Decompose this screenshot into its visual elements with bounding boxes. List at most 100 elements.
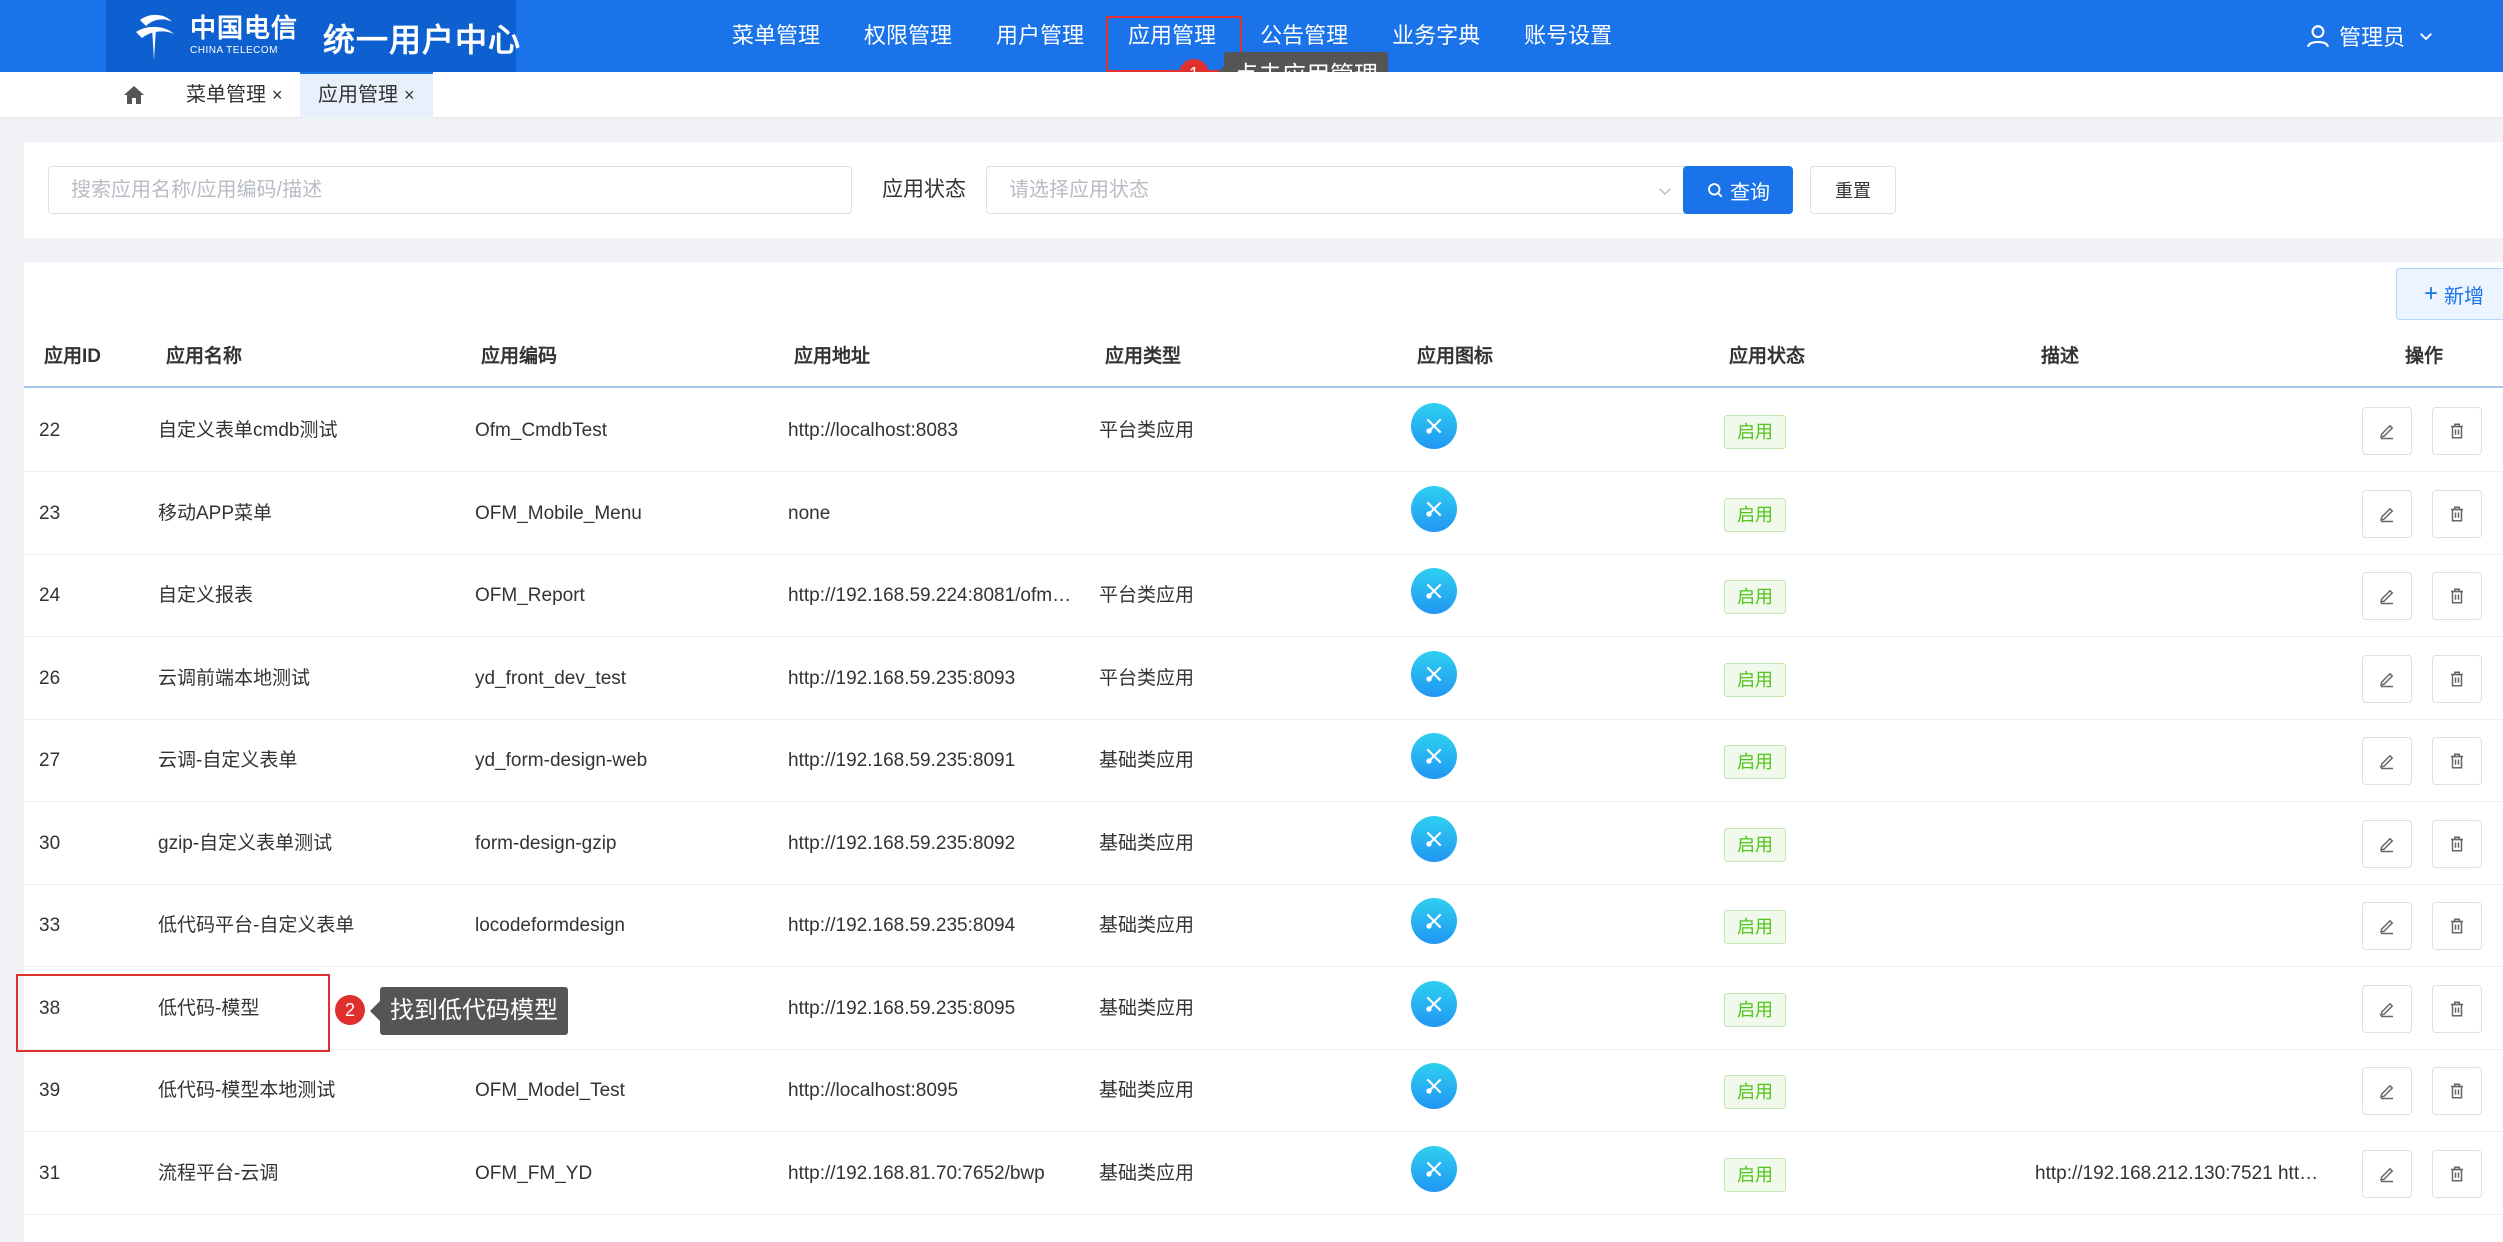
- app-tools-icon: [1411, 650, 1457, 697]
- cell-description: http://192.168.212.130:7521 http...: [2035, 1162, 2325, 1184]
- cell-app-url: http://192.168.59.235:8095: [788, 997, 1016, 1019]
- edit-icon: [2379, 672, 2394, 687]
- cell-app-id: 27: [39, 750, 61, 771]
- status-label: 应用状态: [882, 178, 966, 201]
- chevron-down-icon: [2420, 33, 2432, 41]
- column-header: 应用编码: [481, 346, 558, 367]
- cell-app-type: 基础类应用: [1099, 1080, 1195, 1101]
- edit-button[interactable]: [2362, 737, 2412, 785]
- cell-app-url: http://192.168.59.235:8093: [788, 667, 1016, 689]
- trash-icon: [2451, 836, 2463, 851]
- cell-app-id: 30: [39, 832, 61, 854]
- delete-button[interactable]: [2432, 654, 2482, 703]
- nav-permission-management[interactable]: 权限管理: [842, 0, 974, 72]
- edit-button[interactable]: [2362, 819, 2412, 868]
- tab-app-management[interactable]: 应用管理 ×: [300, 72, 433, 118]
- status-select[interactable]: 请选择应用状态: [986, 166, 1693, 214]
- nav-business-dictionary[interactable]: 业务字典: [1370, 0, 1502, 72]
- cell-description: [2035, 720, 2325, 802]
- cell-app-id: 24: [39, 585, 61, 606]
- table-row: 22 自定义表单cmdb测试 Ofm_CmdbTest http://localhos…: [24, 390, 2503, 472]
- edit-button[interactable]: [2362, 1067, 2412, 1115]
- cell-app-url: http://192.168.81.70:7652/bwp: [788, 1162, 1045, 1184]
- cell-app-type: 平台类应用: [1099, 667, 1195, 689]
- nav-menu-management[interactable]: 菜单管理: [710, 0, 842, 72]
- status-badge: 启用: [1724, 1075, 1786, 1109]
- status-badge: 启用: [1724, 1157, 1786, 1192]
- logo-cn-text: 中国电信: [190, 14, 299, 44]
- delete-button[interactable]: [2432, 1067, 2482, 1115]
- app-tools-icon: [1411, 815, 1457, 862]
- query-button[interactable]: 查询: [1683, 166, 1793, 214]
- search-panel: 应用状态 请选择应用状态 查询 重置: [24, 142, 2503, 238]
- cell-app-code: yd_front_dev_test: [475, 667, 627, 689]
- edit-icon: [2379, 754, 2394, 770]
- table-row: 30 gzip-自定义表单测试 form-design-gzip http://192…: [24, 803, 2503, 885]
- delete-button[interactable]: [2432, 1149, 2482, 1198]
- cell-app-code: OFM_Mobile_Menu: [475, 502, 642, 524]
- edit-icon: [2379, 1167, 2394, 1182]
- delete-button[interactable]: [2432, 737, 2482, 785]
- cell-app-name: 云调-自定义表单: [158, 750, 298, 771]
- tab-label: 应用管理: [318, 84, 398, 106]
- nav-app-management[interactable]: 应用管理: [1106, 0, 1243, 72]
- edit-button[interactable]: [2362, 1149, 2412, 1198]
- cell-app-code: form-design-gzip: [475, 832, 617, 854]
- cell-app-url: http://192.168.59.235:8091: [788, 750, 1016, 771]
- close-icon[interactable]: ×: [272, 85, 283, 105]
- delete-button[interactable]: [2432, 407, 2482, 455]
- trash-icon: [2451, 1166, 2463, 1181]
- close-icon[interactable]: ×: [404, 85, 415, 105]
- status-badge: 启用: [1724, 662, 1786, 697]
- app-tools-icon: [1411, 1063, 1457, 1109]
- edit-button[interactable]: [2362, 572, 2412, 620]
- cell-app-name: 流程平台-云调: [158, 1162, 279, 1184]
- plus-icon: +: [2423, 280, 2438, 307]
- cell-app-type: 基础类应用: [1099, 832, 1195, 854]
- app-tools-icon: [1411, 485, 1457, 532]
- column-header: 操作: [2405, 346, 2444, 367]
- delete-button[interactable]: [2432, 984, 2482, 1033]
- highlight-box: [16, 974, 330, 1052]
- cell-app-url: none: [788, 502, 831, 524]
- system-title: 统一用户中心: [323, 22, 522, 58]
- tab-menu-management[interactable]: 菜单管理 ×: [168, 72, 301, 118]
- cell-app-url: http://localhost:8095: [788, 1080, 959, 1101]
- cell-app-type: 基础类应用: [1099, 997, 1195, 1019]
- cell-app-name: 云调前端本地测试: [158, 667, 311, 689]
- delete-button[interactable]: [2432, 489, 2482, 538]
- nav-user-management[interactable]: 用户管理: [974, 0, 1106, 72]
- nav-account-settings[interactable]: 账号设置: [1502, 0, 1634, 72]
- table-row: 26 云调前端本地测试 yd_front_dev_test http://192.16…: [24, 638, 2503, 720]
- search-icon: [1708, 183, 1723, 198]
- user-name: 管理员: [2338, 25, 2405, 50]
- user-menu[interactable]: 管理员: [2305, 0, 2443, 72]
- delete-button[interactable]: [2432, 902, 2482, 950]
- trash-icon: [2451, 918, 2463, 934]
- edit-button[interactable]: [2362, 984, 2412, 1033]
- edit-button[interactable]: [2362, 489, 2412, 538]
- edit-icon: [2379, 424, 2394, 440]
- cell-app-type: 平台类应用: [1099, 420, 1195, 441]
- delete-button[interactable]: [2432, 572, 2482, 620]
- reset-button[interactable]: 重置: [1810, 166, 1896, 214]
- cell-app-name: 低代码平台-自定义表单: [158, 915, 355, 936]
- app-tools-icon: [1411, 568, 1457, 614]
- add-button[interactable]: + 新增: [2396, 268, 2503, 320]
- logo-en-text: CHINA TELECOM: [190, 45, 278, 56]
- trash-icon: [2451, 1083, 2463, 1099]
- edit-button[interactable]: [2362, 902, 2412, 950]
- table-row: 23 移动APP菜单 OFM_Mobile_Menu none 启用: [24, 473, 2503, 555]
- column-header: 应用状态: [1729, 346, 1806, 367]
- status-badge: 启用: [1724, 580, 1786, 614]
- search-input[interactable]: [48, 166, 852, 214]
- annotation-badge-2: 2: [335, 995, 365, 1025]
- edit-icon: [2379, 837, 2394, 852]
- cell-app-id: 39: [39, 1080, 61, 1101]
- home-tab[interactable]: [106, 72, 162, 118]
- edit-button[interactable]: [2362, 407, 2412, 455]
- edit-button[interactable]: [2362, 654, 2412, 703]
- column-header: 描述: [2041, 346, 2080, 367]
- delete-button[interactable]: [2432, 819, 2482, 868]
- column-header: 应用图标: [1417, 346, 1494, 367]
